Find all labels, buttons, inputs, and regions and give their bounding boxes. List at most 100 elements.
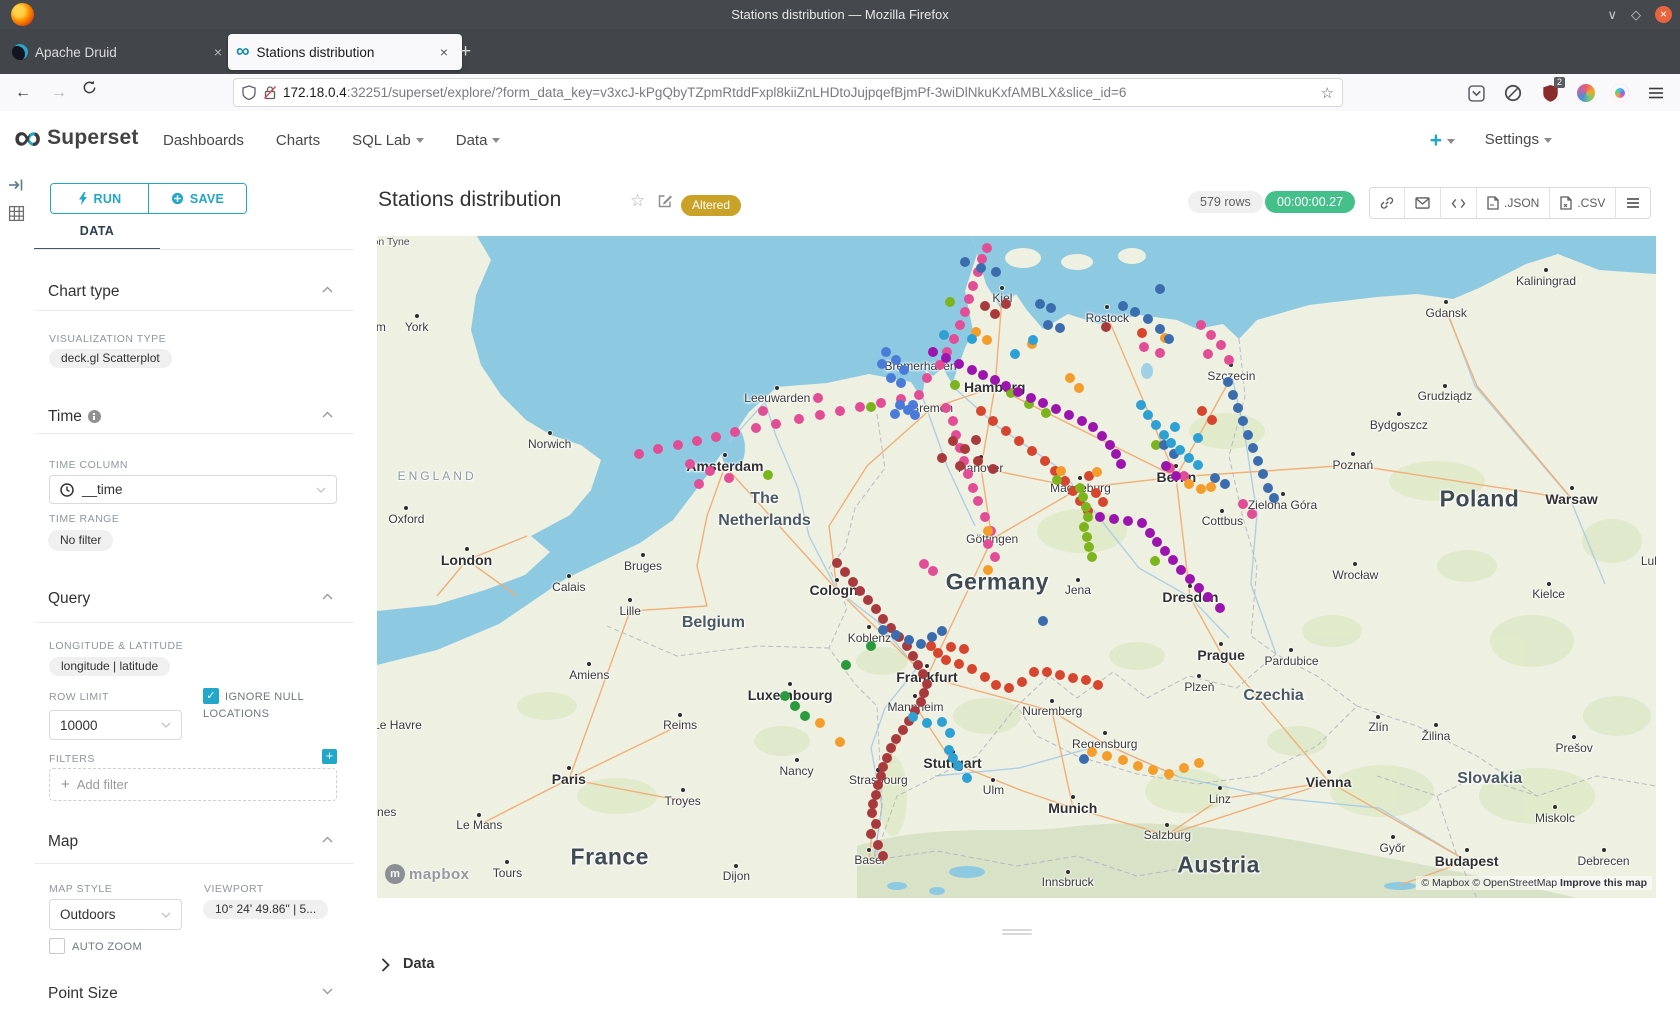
station-point [1079,522,1089,532]
data-panel-row[interactable]: Data [354,947,1680,987]
city-dot [1289,648,1293,652]
time-range-value[interactable]: No filter [48,530,113,551]
nav-dashboards[interactable]: Dashboards [163,132,268,149]
superset-logo[interactable]: ∞ Superset [14,123,139,153]
nav-sql-lab[interactable]: SQL Lab [344,132,448,149]
tab-close-icon[interactable]: × [208,44,228,60]
window-close-button[interactable]: × [1655,6,1672,23]
station-point [1046,303,1056,313]
station-point [1064,410,1074,420]
back-button[interactable]: ← [10,80,36,106]
tab-stations-distribution[interactable]: ∞ Stations distribution × [228,34,462,70]
station-point [990,309,1000,319]
tab-close-icon[interactable]: × [434,44,454,60]
station-point [1093,680,1103,690]
embed-code-button[interactable] [1440,188,1476,218]
map-style-select[interactable]: Outdoors [49,899,182,930]
export-json-button[interactable]: .JSON [1476,188,1549,218]
extension-circle-icon[interactable] [1501,81,1525,105]
city-dot [1544,268,1548,272]
station-point [1228,390,1238,400]
add-new-button[interactable]: + [1430,129,1455,153]
station-point [1166,438,1176,448]
city-dot [404,506,408,510]
nav-charts[interactable]: Charts [268,132,344,149]
expand-panel-icon[interactable] [8,177,26,195]
viz-type-value[interactable]: deck.gl Scatterplot [49,349,172,368]
station-point [1118,301,1128,311]
bookmark-star-icon[interactable]: ☆ [1321,84,1334,102]
nav-data[interactable]: Data [448,132,525,149]
section-chart-type[interactable]: Chart type [48,283,120,301]
row-limit-select[interactable]: 10000 [49,710,182,740]
map-label: Le Mans [456,818,502,832]
section-query[interactable]: Query [48,590,90,608]
edit-properties-icon[interactable] [657,193,673,209]
viewport-value[interactable]: 10° 24' 49.86" | 5... [203,900,328,919]
time-column-select[interactable]: __time [49,475,337,504]
station-point [867,808,877,818]
deckgl-scatterplot-map[interactable]: on TynemYorkENGLANDNorwichOxfordLondonCa… [377,236,1656,898]
section-point-size[interactable]: Point Size [48,985,118,1003]
run-button[interactable]: RUN [51,184,148,213]
station-point [1043,320,1053,330]
station-point [878,614,888,624]
altered-badge[interactable]: Altered [681,195,741,216]
ublock-shield-icon[interactable]: 2 [1538,81,1562,105]
export-csv-button[interactable]: .CSV [1549,188,1615,218]
chart-menu-button[interactable] [1615,188,1650,218]
station-point [946,642,956,652]
file-csv-icon [1560,196,1572,210]
station-point [1164,769,1174,779]
tab-apache-druid[interactable]: Apache Druid × [4,34,236,70]
city-dot [628,598,632,602]
add-filter-plus-button[interactable]: + [322,749,337,764]
station-point [1041,408,1051,418]
station-point [1155,348,1165,358]
station-point [971,435,981,445]
osm-attribution-link[interactable]: © OpenStreetMap [1472,877,1557,889]
station-point [1055,670,1065,680]
mapbox-logo[interactable]: m mapbox [385,864,470,884]
window-maximize-button[interactable]: ◇ [1631,7,1641,23]
station-point [904,635,914,645]
station-point [916,697,926,707]
station-point [990,375,1000,385]
new-tab-button[interactable]: + [460,41,471,63]
station-point [815,410,825,420]
save-button[interactable]: SAVE [148,184,246,213]
mapbox-attribution-link[interactable]: © Mapbox [1421,877,1469,889]
tab-data[interactable]: DATA [34,224,160,238]
resize-drag-handle[interactable] [1002,929,1032,936]
section-time[interactable]: Time [48,408,101,426]
reload-button[interactable] [82,80,108,106]
pocket-icon[interactable] [1464,81,1488,105]
extension-pinwheel-icon[interactable] [1608,81,1632,105]
station-point [991,267,1001,277]
add-filter-box[interactable]: + Add filter [49,768,337,801]
lonlat-value[interactable]: longitude | latitude [49,657,170,676]
favorite-star-icon[interactable]: ☆ [630,191,645,211]
profile-avatar-icon[interactable] [1574,81,1598,105]
window-minimize-button[interactable]: ∨ [1607,7,1617,23]
email-button[interactable] [1404,188,1440,218]
collapse-strip [0,169,35,1012]
add-filter-placeholder: Add filter [77,777,128,792]
ignore-null-checkbox[interactable]: ✓ [203,688,219,704]
datasource-grid-icon[interactable] [8,205,26,223]
station-point [1028,335,1038,345]
auto-zoom-checkbox[interactable] [49,938,65,954]
station-point [955,320,965,330]
improve-map-link[interactable]: Improve this map [1560,877,1647,889]
menu-hamburger-icon[interactable] [1644,81,1668,105]
forward-button[interactable]: → [46,80,72,106]
section-map[interactable]: Map [48,833,78,851]
settings-menu[interactable]: Settings [1485,131,1552,148]
share-link-button[interactable] [1370,188,1404,218]
url-bar[interactable]: 172.18.0.4:32251/superset/explore/?form_… [234,79,1342,106]
window-title: Stations distribution — Mozilla Firefox [0,0,1680,29]
map-geography [377,236,1656,898]
station-point [1098,497,1108,507]
viz-type-label: VISUALIZATION TYPE [49,333,166,345]
station-point [1136,400,1146,410]
